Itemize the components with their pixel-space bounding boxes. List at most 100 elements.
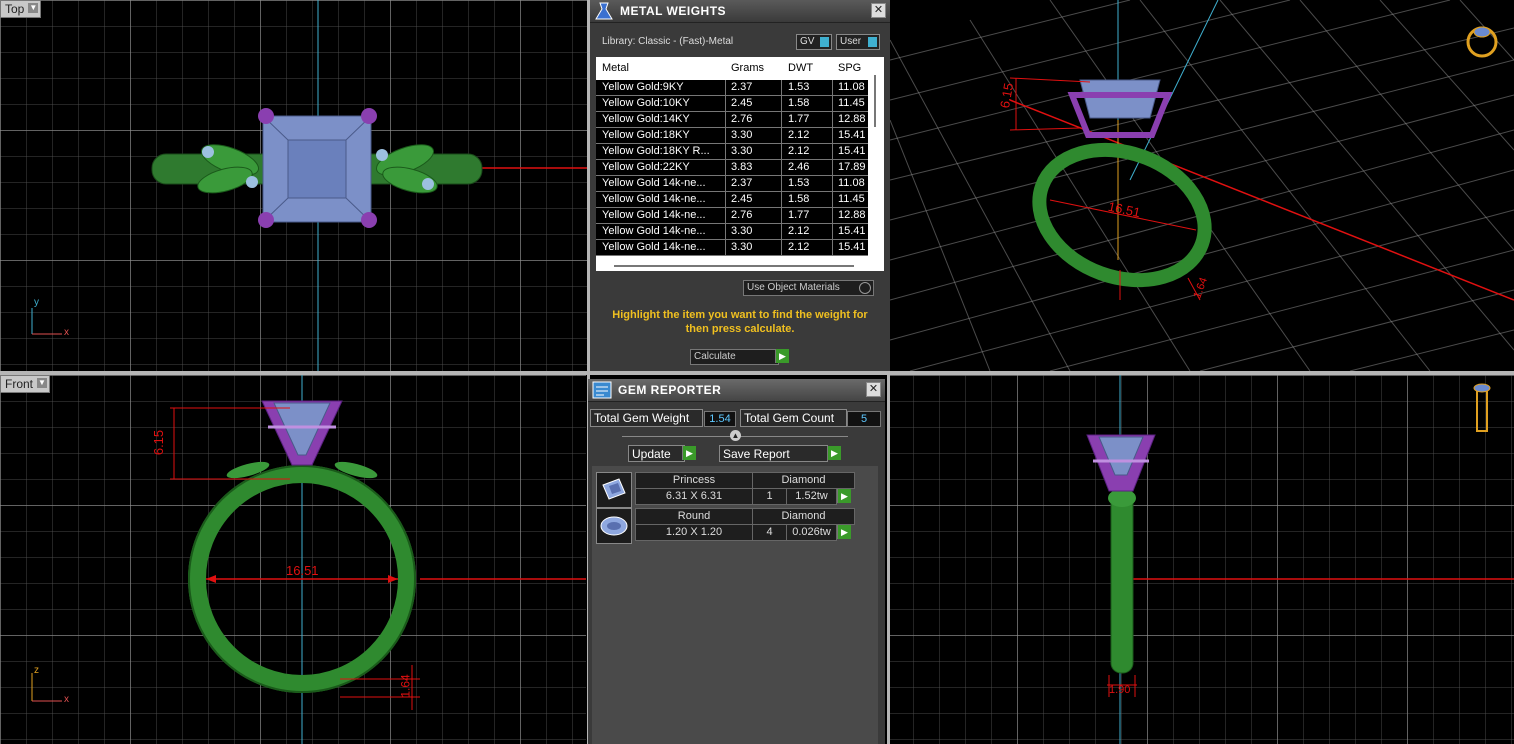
column-divider bbox=[832, 96, 833, 112]
column-divider bbox=[781, 176, 782, 192]
viewport-label-top[interactable]: Top ▼ bbox=[0, 0, 42, 18]
round-gem-icon bbox=[596, 508, 632, 544]
column-divider bbox=[832, 224, 833, 240]
axis-x-label: x bbox=[64, 694, 69, 705]
horizontal-scrollbar[interactable] bbox=[614, 265, 854, 267]
dim-band-label: 1.64 bbox=[398, 674, 413, 698]
total-gem-count-value: 5 bbox=[847, 411, 881, 427]
column-divider bbox=[725, 160, 726, 176]
gem-material: Diamond bbox=[752, 472, 855, 489]
top-viewport[interactable]: y x Top ▼ bbox=[0, 0, 588, 371]
column-divider bbox=[781, 160, 782, 176]
column-divider bbox=[781, 96, 782, 112]
front-viewport[interactable]: 6.15 16.51 1.64 z x Front ▼ bbox=[0, 375, 586, 744]
table-cell: 2.37 bbox=[731, 81, 753, 93]
vertical-scrollbar[interactable] bbox=[872, 71, 878, 251]
update-label: Update bbox=[632, 447, 671, 461]
table-cell: 15.41 bbox=[838, 225, 866, 237]
table-cell: 15.41 bbox=[838, 129, 866, 141]
update-button[interactable]: Update bbox=[628, 445, 685, 462]
table-cell: 12.88 bbox=[838, 209, 866, 221]
table-cell: Yellow Gold 14k-ne... bbox=[602, 193, 706, 205]
table-row[interactable]: Yellow Gold:22KY 3.83 2.46 17.89 bbox=[596, 160, 868, 176]
table-row[interactable]: Yellow Gold 14k-ne... 2.76 1.77 12.88 bbox=[596, 208, 868, 224]
front-view-drawing bbox=[31, 375, 586, 744]
total-gem-weight-label: Total Gem Weight bbox=[590, 409, 703, 427]
table-cell: 12.88 bbox=[838, 113, 866, 125]
gem-count: 4 bbox=[752, 524, 787, 541]
column-divider bbox=[725, 128, 726, 144]
table-cell: 2.46 bbox=[788, 161, 810, 173]
radio-indicator-icon bbox=[859, 282, 871, 294]
perspective-viewport[interactable]: 6.15 16.51 1.64 bbox=[890, 0, 1514, 371]
column-header-dwt[interactable]: DWT bbox=[788, 62, 813, 74]
column-header-grams[interactable]: Grams bbox=[731, 62, 764, 74]
total-gem-count-label: Total Gem Count bbox=[740, 409, 847, 427]
table-cell: 3.30 bbox=[731, 145, 753, 157]
table-cell: 2.45 bbox=[731, 97, 753, 109]
column-divider bbox=[832, 192, 833, 208]
column-divider bbox=[725, 240, 726, 256]
use-object-materials-label: Use Object Materials bbox=[747, 282, 840, 293]
play-arrow-icon[interactable]: ▶ bbox=[775, 349, 789, 363]
metal-weights-table[interactable]: Metal Grams DWT SPG Yellow Gold:9KY 2.37 1… bbox=[596, 57, 884, 271]
column-divider bbox=[725, 112, 726, 128]
table-row[interactable]: Yellow Gold:10KY 2.45 1.58 11.45 bbox=[596, 96, 868, 112]
side-viewport[interactable]: 1.90 bbox=[887, 375, 1514, 744]
column-divider bbox=[781, 208, 782, 224]
table-row[interactable]: Yellow Gold 14k-ne... 2.45 1.58 11.45 bbox=[596, 192, 868, 208]
table-row[interactable]: Yellow Gold 14k-ne... 3.30 2.12 15.41 bbox=[596, 224, 868, 240]
axis-x-label: x bbox=[64, 327, 69, 338]
column-divider bbox=[781, 192, 782, 208]
table-row[interactable]: Yellow Gold 14k-ne... 2.37 1.53 11.08 bbox=[596, 176, 868, 192]
table-row[interactable]: Yellow Gold:9KY 2.37 1.53 11.08 bbox=[596, 80, 868, 96]
user-toggle[interactable]: User bbox=[836, 34, 880, 50]
viewport-label-front[interactable]: Front ▼ bbox=[0, 375, 51, 393]
close-icon[interactable]: ✕ bbox=[866, 382, 881, 397]
table-cell: 2.37 bbox=[731, 177, 753, 189]
gem-size: 6.31 X 6.31 bbox=[635, 488, 753, 505]
gem-reporter-titlebar[interactable]: GEM REPORTER ✕ bbox=[588, 379, 885, 402]
table-cell: 3.30 bbox=[731, 129, 753, 141]
scrollbar-thumb[interactable] bbox=[874, 75, 876, 127]
play-arrow-icon[interactable]: ▶ bbox=[682, 446, 696, 460]
play-arrow-icon[interactable]: ▶ bbox=[837, 525, 851, 539]
viewport-label-text: Front bbox=[5, 377, 34, 391]
perspective-view-drawing bbox=[890, 0, 1514, 371]
table-cell: 17.89 bbox=[838, 161, 866, 173]
table-cell: Yellow Gold:18KY bbox=[602, 129, 690, 141]
viewport-splitter-horizontal[interactable] bbox=[0, 371, 1514, 375]
column-header-spg[interactable]: SPG bbox=[838, 62, 861, 74]
table-cell: 2.12 bbox=[788, 145, 810, 157]
close-icon[interactable]: ✕ bbox=[871, 3, 886, 18]
column-divider bbox=[832, 80, 833, 96]
chevron-down-icon[interactable]: ▼ bbox=[28, 3, 39, 13]
table-row[interactable]: Yellow Gold:14KY 2.76 1.77 12.88 bbox=[596, 112, 868, 128]
metal-weights-titlebar[interactable]: METAL WEIGHTS ✕ bbox=[590, 0, 890, 23]
table-header: Metal Grams DWT SPG bbox=[596, 57, 884, 79]
column-divider bbox=[832, 160, 833, 176]
table-cell: 11.08 bbox=[838, 81, 865, 93]
table-cell: 11.45 bbox=[838, 97, 865, 109]
gv-toggle[interactable]: GV bbox=[796, 34, 832, 50]
column-divider bbox=[781, 112, 782, 128]
play-arrow-icon[interactable]: ▶ bbox=[827, 446, 841, 460]
table-cell: 2.12 bbox=[788, 129, 810, 141]
table-cell: 2.76 bbox=[731, 209, 753, 221]
play-arrow-icon[interactable]: ▶ bbox=[837, 489, 851, 503]
gem-weight: 0.026tw bbox=[786, 524, 837, 541]
collapse-up-icon[interactable]: ▲ bbox=[730, 430, 741, 441]
column-divider bbox=[832, 112, 833, 128]
table-cell: Yellow Gold 14k-ne... bbox=[602, 209, 706, 221]
chevron-down-icon[interactable]: ▼ bbox=[37, 378, 48, 388]
column-header-metal[interactable]: Metal bbox=[602, 62, 629, 74]
table-row[interactable]: Yellow Gold:18KY 3.30 2.12 15.41 bbox=[596, 128, 868, 144]
save-report-button[interactable]: Save Report bbox=[719, 445, 828, 462]
axis-y-label: y bbox=[34, 297, 39, 308]
calculate-button[interactable]: Calculate bbox=[690, 349, 779, 365]
toggle-indicator-icon bbox=[820, 37, 829, 47]
table-row[interactable]: Yellow Gold:18KY R... 3.30 2.12 15.41 bbox=[596, 144, 868, 160]
toggle-indicator-icon bbox=[868, 37, 877, 47]
table-row[interactable]: Yellow Gold 14k-ne... 3.30 2.12 15.41 bbox=[596, 240, 868, 256]
use-object-materials-button[interactable]: Use Object Materials bbox=[743, 280, 874, 296]
